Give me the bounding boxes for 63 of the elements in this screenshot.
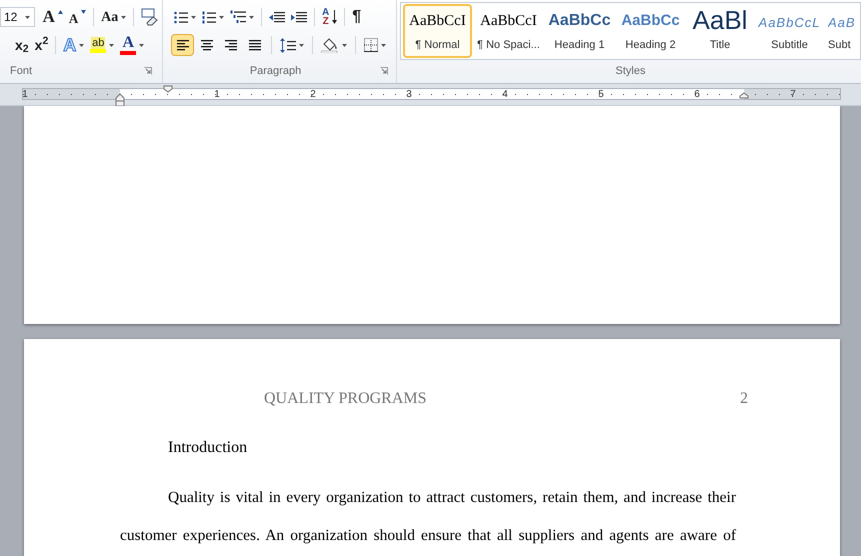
group-label: Font bbox=[10, 64, 32, 78]
caret-icon bbox=[79, 44, 84, 46]
subscript-button[interactable]: x$_{2}$ bbox=[12, 34, 32, 56]
style-tile[interactable]: AaBbCcL Subtitle bbox=[755, 4, 824, 58]
style-tile[interactable]: AaBbCc Heading 1 bbox=[545, 4, 614, 58]
style-tile[interactable]: AaBl Title bbox=[687, 4, 753, 58]
caret-icon bbox=[24, 16, 30, 18]
ruler-number: 2 bbox=[310, 88, 316, 102]
ruler-number: 5 bbox=[598, 88, 604, 102]
group-label: Styles bbox=[616, 64, 646, 78]
font-size-field[interactable]: 12 bbox=[0, 7, 35, 27]
dialog-launcher-icon[interactable] bbox=[380, 66, 388, 75]
show-marks-button[interactable]: ¶ bbox=[349, 6, 364, 28]
shrink-font-button[interactable]: A bbox=[66, 6, 90, 28]
align-right-icon bbox=[224, 39, 236, 51]
caret-icon bbox=[139, 44, 144, 46]
increase-indent-icon bbox=[291, 10, 307, 24]
body-paragraph: Quality is vital in every organization to attract customers, retain them, and increase their customer experiences. An organization should ensure that all suppliers and agents are aware of bbox=[120, 488, 736, 546]
align-justify-icon bbox=[248, 39, 260, 51]
align-button[interactable] bbox=[171, 34, 194, 56]
font-color-button[interactable]: A bbox=[117, 34, 148, 56]
caret-icon bbox=[342, 44, 347, 46]
caret-icon bbox=[121, 16, 126, 18]
highlight-button[interactable]: ab bbox=[87, 34, 118, 56]
caret-icon bbox=[191, 16, 196, 18]
align-center-icon bbox=[200, 39, 212, 51]
caret-icon bbox=[249, 16, 254, 18]
eraser-icon bbox=[141, 8, 159, 26]
ruler-number: 1 bbox=[214, 88, 220, 102]
right-indent-icon[interactable] bbox=[739, 92, 749, 99]
ruler-number: 1 bbox=[22, 88, 28, 102]
sort-button[interactable]: A Z bbox=[319, 6, 340, 28]
up-arrow-icon bbox=[58, 10, 63, 14]
bullet-list-icon bbox=[174, 10, 188, 24]
style-tile[interactable]: AaBbCcI ¶ Normal bbox=[403, 4, 472, 58]
caret-icon bbox=[109, 44, 114, 46]
dialog-launcher-icon[interactable] bbox=[144, 66, 152, 75]
multilevel-list-icon bbox=[230, 10, 246, 24]
style-tile[interactable]: AaBbCc Heading 2 bbox=[616, 4, 685, 58]
decrease-indent-icon bbox=[269, 10, 285, 24]
down-arrow-icon bbox=[81, 10, 86, 14]
caret-icon bbox=[299, 44, 304, 46]
style-tile[interactable]: AaBbCcI ¶ No Spaci... bbox=[474, 4, 543, 58]
borders-icon bbox=[364, 38, 378, 52]
grow-font-button[interactable]: A bbox=[40, 6, 66, 28]
numbered-list-icon bbox=[202, 10, 216, 24]
superscript-button[interactable]: x$^{2}$ bbox=[32, 34, 52, 56]
ruler-number: 6 bbox=[694, 88, 700, 102]
down-arrow-icon bbox=[332, 10, 338, 24]
indent-marker-icon[interactable] bbox=[115, 93, 125, 107]
ruler-number: 3 bbox=[406, 88, 412, 102]
paint-bucket-icon bbox=[321, 37, 339, 53]
caret-icon bbox=[381, 44, 386, 46]
ruler-number: 4 bbox=[502, 88, 508, 102]
change-case-button[interactable]: Aa bbox=[98, 6, 130, 28]
align-left-icon bbox=[176, 39, 188, 51]
page-number: 2 bbox=[740, 389, 748, 409]
group-label: Paragraph bbox=[250, 64, 302, 78]
ruler-number: 7 bbox=[790, 88, 796, 102]
caret-icon bbox=[219, 16, 224, 18]
line-spacing-icon bbox=[280, 38, 296, 52]
section-heading: Introduction bbox=[168, 439, 248, 456]
running-header: QUALITY PROGRAMS bbox=[264, 389, 427, 409]
